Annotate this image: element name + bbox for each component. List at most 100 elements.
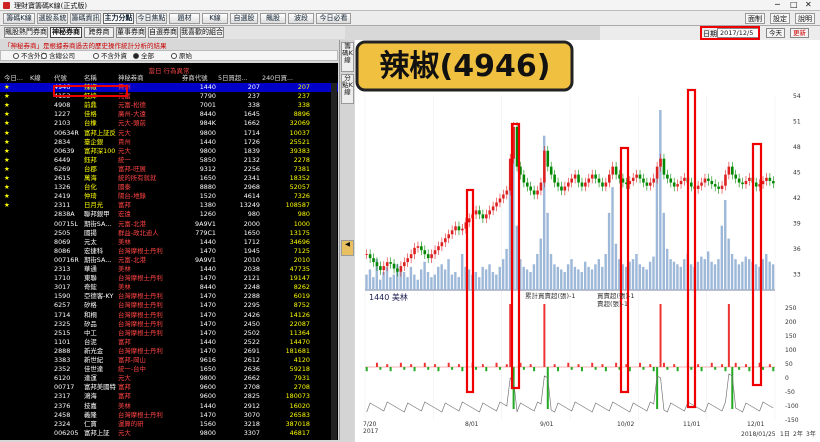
subtab-5[interactable]: 我喜歡的組合 bbox=[180, 27, 224, 38]
subtab-2[interactable]: 跨券商 bbox=[84, 27, 114, 38]
range-1d[interactable]: 1日 bbox=[780, 431, 790, 438]
col-header-6[interactable]: 5日買超... bbox=[218, 73, 260, 82]
price-chart[interactable]: 54 51 48 45 42 39 36 33 250 200 150 100 50 0 -50 -100 -1… bbox=[355, 40, 820, 442]
buysell-bar bbox=[673, 364, 676, 367]
subtab-0[interactable]: 飆股熱門券商 bbox=[4, 27, 48, 38]
menu-tab-0[interactable]: 籌碼K線 bbox=[3, 13, 35, 24]
col-header-3[interactable]: 名稱 bbox=[84, 73, 118, 82]
menu-tab-5[interactable]: 題材 bbox=[169, 13, 200, 24]
subtab-1[interactable]: 神秘券商 bbox=[50, 27, 82, 38]
col-header-7[interactable]: 240日買... bbox=[262, 73, 310, 82]
col-header-5[interactable]: 券商代號 bbox=[182, 73, 216, 82]
table-row[interactable]: 2352 佳世達 統一-台中 1650 2636 59218 bbox=[0, 365, 338, 374]
layout-button[interactable]: 面制 bbox=[745, 13, 765, 24]
refresh-button[interactable]: 更新 bbox=[790, 28, 809, 38]
menu-tab-7[interactable]: 自選股 bbox=[230, 13, 258, 24]
col-header-0[interactable]: 今日... bbox=[4, 73, 28, 82]
buysell-bar bbox=[744, 364, 747, 367]
table-row[interactable]: ★ 1227 佳格 廣州-大遠 8440 1645 8896 bbox=[0, 110, 338, 119]
table-row[interactable]: ★ 2103 台橡 元大-頭前 984K 1662 32069 bbox=[0, 119, 338, 128]
table-row[interactable]: ★ 2419 仲琦 陽台-地錄 1520 4614 7326 bbox=[0, 192, 338, 201]
table-row[interactable]: 006205 富邦上証 元大 9800 3307 46817 bbox=[0, 429, 338, 438]
table-row[interactable]: 00716R 期街SA... 元富-北港 9A9V1 2010 2010 bbox=[0, 256, 338, 265]
volume-bar bbox=[689, 264, 693, 290]
table-row[interactable]: ★ 4946 辣椒 貴州 1440 207 207 bbox=[0, 83, 338, 92]
table-row[interactable]: ★ 2615 萬海 統的所有就就 1650 2341 18352 bbox=[0, 174, 338, 183]
menu-tab-10[interactable]: 今日必看 bbox=[316, 13, 351, 24]
volume-bar bbox=[423, 261, 426, 290]
candle-body bbox=[700, 182, 703, 186]
cell-2: 00717 bbox=[54, 383, 75, 392]
buysell-bar bbox=[481, 364, 484, 367]
menu-tab-2[interactable]: 籌碼資訊 bbox=[70, 13, 101, 24]
table-row[interactable]: ★ 2834 臺企銀 貴州 1440 1726 25521 bbox=[0, 138, 338, 147]
col-header-1[interactable]: K線 bbox=[30, 73, 50, 82]
menu-tab-6[interactable]: K線 bbox=[202, 13, 228, 24]
menu-tab-9[interactable]: 波段 bbox=[288, 13, 314, 24]
subtab-4[interactable]: 自選券商 bbox=[148, 27, 178, 38]
buysell-bar bbox=[403, 367, 406, 370]
table-row[interactable]: 8069 元太 美林 1440 1712 34696 bbox=[0, 238, 338, 247]
date-select[interactable]: 2017/12/5 bbox=[717, 28, 759, 38]
table-row[interactable]: ★ 4153 鈺緯 元富 7790 237 237 bbox=[0, 92, 338, 101]
table-row[interactable]: 6257 矽格 台灣摩根士丹利 1470 2295 8752 bbox=[0, 301, 338, 310]
radio-3[interactable]: 全部 bbox=[133, 52, 154, 60]
minimize-icon[interactable]: ─ bbox=[775, 0, 780, 10]
menu-tab-8[interactable]: 飆股 bbox=[260, 13, 286, 24]
radio-4[interactable]: 原始 bbox=[171, 52, 192, 60]
table-row[interactable]: 1710 東聯 台灣摩根士丹利 1470 2121 19147 bbox=[0, 274, 338, 283]
table-row[interactable]: 3383 新世紀 富邦-岡山 9616 2612 4120 bbox=[0, 356, 338, 365]
help-button[interactable]: 說明 bbox=[795, 13, 815, 24]
table-row[interactable]: ★ 6269 台郡 富邦-旺展 9312 2256 7381 bbox=[0, 165, 338, 174]
vtab-chip-k[interactable]: 籌碼K線 bbox=[341, 42, 354, 72]
table-row[interactable]: ★ 2311 日月光 富邦 1380 13249 108587 bbox=[0, 201, 338, 210]
menu-tab-3[interactable]: 主力分點 bbox=[103, 13, 134, 24]
table-row[interactable]: 2515 中工 台灣摩根士丹利 1470 2502 11364 bbox=[0, 329, 338, 338]
radio-1[interactable]: 含總公司 bbox=[41, 52, 75, 60]
table-row[interactable]: 8086 宏捷科 台灣摩根士丹利 1470 1945 7125 bbox=[0, 247, 338, 256]
table-row[interactable]: 00715L 期街SA... 元富-北港 9A9V1 2000 1000 bbox=[0, 220, 338, 229]
radio-2[interactable]: 不含外資 bbox=[93, 52, 127, 60]
table-row[interactable]: 1590 亞德客-KY 台灣摩根士丹利 1470 2288 6019 bbox=[0, 292, 338, 301]
col-header-4[interactable]: 神秘券商 bbox=[118, 73, 180, 82]
table-row[interactable]: 2376 技嘉 美林 1440 2912 16020 bbox=[0, 402, 338, 411]
table-row[interactable]: 1714 和桐 台灣摩根士丹利 1470 2426 14126 bbox=[0, 311, 338, 320]
table-row[interactable]: 2458 義隆 台灣摩根士丹利 1470 3070 26583 bbox=[0, 411, 338, 420]
col-header-2[interactable]: 代號 bbox=[54, 73, 84, 82]
maximize-icon[interactable]: □ bbox=[790, 0, 798, 10]
table-row[interactable]: 3017 奇鋐 美林 8440 2248 8262 bbox=[0, 283, 338, 292]
table-scrollbar[interactable] bbox=[331, 83, 337, 440]
menu-tab-4[interactable]: 今日焦點 bbox=[136, 13, 167, 24]
table-row[interactable]: 2888 新光金 台灣摩根士丹利 1470 2691 181681 bbox=[0, 347, 338, 356]
menu-tab-1[interactable]: 選股系統 bbox=[37, 13, 68, 24]
today-button[interactable]: 今天 bbox=[766, 28, 785, 38]
table-row[interactable]: 00717 富邦美國特 富邦 9600 2708 2708 bbox=[0, 383, 338, 392]
vtab-branch-k[interactable]: 分點K線 bbox=[341, 74, 354, 104]
cell-3: 台郡 bbox=[84, 164, 97, 173]
table-row[interactable]: 1101 台泥 富邦 1440 2522 14470 bbox=[0, 338, 338, 347]
table-row[interactable]: ★ 6449 鈺邦 統一 5850 2132 2278 bbox=[0, 156, 338, 165]
collapse-icon[interactable]: ◀ bbox=[341, 240, 354, 256]
table-row[interactable]: 2325 矽品 台灣摩根士丹利 1470 2450 22087 bbox=[0, 320, 338, 329]
settings-button[interactable]: 設定 bbox=[770, 13, 790, 24]
table-row[interactable]: 2317 鴻海 富邦 9600 2825 180073 bbox=[0, 392, 338, 401]
table-row[interactable]: 2505 國揚 群益-政北迪人 779C1 1650 13175 bbox=[0, 229, 338, 238]
table-row[interactable]: ★ 1326 台化 國泰 8880 2968 52057 bbox=[0, 183, 338, 192]
table-row[interactable]: 2324 仁寶 運算的研 1560 3218 387018 bbox=[0, 420, 338, 429]
candle-body bbox=[522, 174, 526, 183]
range-3y[interactable]: 3年 bbox=[806, 430, 816, 438]
volume-bar bbox=[645, 269, 648, 290]
table-row[interactable]: ★ 00639 富邦深100 元大 9800 1839 39383 bbox=[0, 147, 338, 156]
table-row[interactable]: 2313 華通 美林 1440 2038 47735 bbox=[0, 265, 338, 274]
subtab-3[interactable]: 董事券商 bbox=[116, 27, 146, 38]
table-row[interactable]: ★ 4908 前鼎 元富-松德 7001 338 338 bbox=[0, 101, 338, 110]
close-icon[interactable]: ✕ bbox=[805, 0, 812, 10]
candle-body bbox=[389, 262, 392, 264]
table-row[interactable]: ★ 00634R 富邦上証反 元大 9800 1714 10037 bbox=[0, 129, 338, 138]
cell-7: 11364 bbox=[289, 328, 310, 337]
range-2y[interactable]: 2年 bbox=[793, 430, 803, 438]
table-row[interactable]: 6120 達運 元大 9800 2662 7931 bbox=[0, 374, 338, 383]
candle-body bbox=[525, 182, 529, 187]
cell-6: 2502 bbox=[243, 328, 260, 337]
table-row[interactable]: 2838A 聯邦銀甲 宏遠 1260 980 980 bbox=[0, 210, 338, 219]
